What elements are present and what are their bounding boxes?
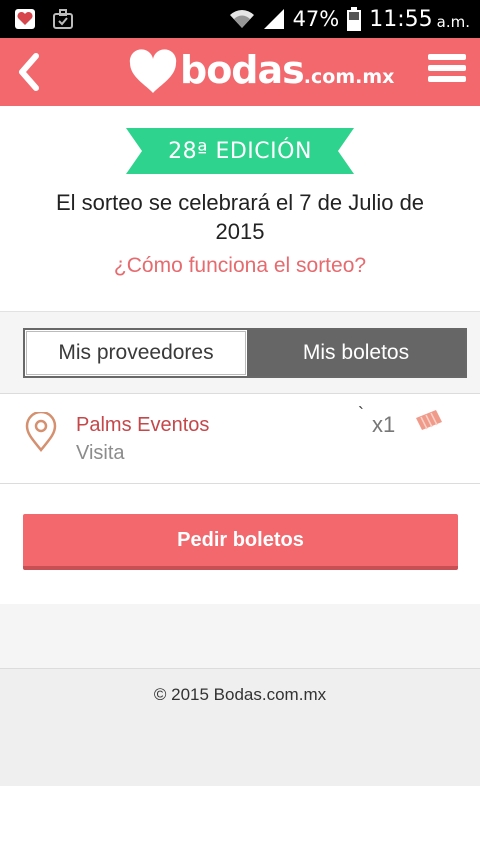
tabs-container: Mis proveedores Mis boletos	[0, 312, 480, 394]
battery-icon	[347, 7, 362, 31]
hamburger-menu-icon	[428, 54, 466, 82]
raffle-intro: 28ª EDICIÓN El sorteo se celebrará el 7 …	[0, 106, 480, 312]
clock-time: 11:55	[369, 6, 433, 32]
vendor-name: Palms Eventos	[76, 414, 210, 436]
brand-name: bodas.com.mx	[180, 48, 395, 92]
status-bar: 47% 11:55 a.m.	[0, 0, 480, 38]
clock-ampm: a.m.	[436, 13, 470, 31]
vendor-tick-mark: `	[358, 404, 364, 424]
ticket-count: x1	[372, 412, 396, 437]
chevron-left-icon	[19, 53, 39, 91]
segmented-tabs: Mis proveedores Mis boletos	[23, 328, 467, 378]
vendor-list-item[interactable]: Palms Eventos Visita ` x1	[0, 394, 480, 484]
back-button[interactable]	[10, 48, 50, 96]
wifi-icon	[229, 10, 254, 28]
heart-logo-icon	[129, 49, 177, 93]
raffle-date-text: El sorteo se celebrará el 7 de Julio de …	[55, 190, 425, 244]
main-content: 28ª EDICIÓN El sorteo se celebrará el 7 …	[0, 106, 480, 786]
menu-button[interactable]	[428, 54, 466, 88]
location-pin-icon	[25, 412, 57, 452]
ticket-icon	[416, 410, 442, 430]
heart-notification-icon	[15, 9, 35, 29]
tab-mis-boletos[interactable]: Mis boletos	[247, 330, 465, 376]
signal-icon	[263, 9, 284, 29]
app-bar: bodas.com.mx	[0, 38, 480, 106]
brand-logo[interactable]: bodas.com.mx	[128, 45, 394, 99]
request-tickets-button[interactable]: Pedir boletos	[23, 514, 458, 570]
copyright-text: © 2015 Bodas.com.mx	[153, 685, 327, 704]
vendor-type: Visita	[76, 442, 125, 464]
action-area: Pedir boletos	[0, 484, 480, 604]
how-it-works-link[interactable]: ¿Cómo funciona el sorteo?	[0, 254, 480, 278]
battery-percent: 47%	[292, 7, 340, 31]
spacer	[0, 604, 480, 668]
tab-mis-proveedores[interactable]: Mis proveedores	[26, 331, 246, 375]
edition-badge: 28ª EDICIÓN	[126, 128, 354, 174]
briefcase-check-icon	[53, 9, 73, 29]
footer: © 2015 Bodas.com.mx	[0, 668, 480, 786]
